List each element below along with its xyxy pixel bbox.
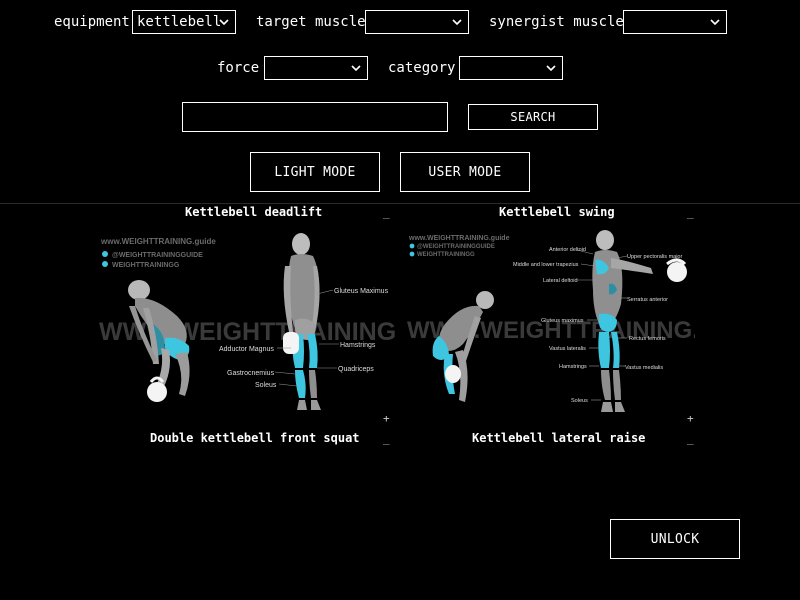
chevron-down-icon <box>219 19 229 26</box>
watermark-insta: @WEIGHTTRAININGGUIDE <box>112 252 203 259</box>
chevron-down-icon <box>710 19 720 26</box>
expand-button[interactable]: + <box>687 412 694 425</box>
user-mode-button[interactable]: USER MODE <box>400 152 530 192</box>
divider <box>0 203 800 204</box>
pinterest-icon <box>409 251 415 257</box>
target-muscle-select[interactable] <box>365 10 469 34</box>
swing-illustration: www.WEIGHTTRAINING.guide @WEIGHTTRAINING… <box>407 230 695 412</box>
search-button[interactable]: SEARCH <box>468 104 598 130</box>
watermark-pin: WEIGHTTRAININGG <box>417 252 475 258</box>
collapse-button[interactable]: _ <box>687 206 694 219</box>
muscle-label: Hamstrings <box>340 342 376 349</box>
equipment-select[interactable]: kettlebell <box>132 10 236 34</box>
card-title-kettlebell-deadlift[interactable]: Kettlebell deadlift <box>185 205 322 219</box>
figure-standing <box>283 233 321 410</box>
category-select[interactable] <box>459 56 563 80</box>
search-input[interactable] <box>182 102 448 132</box>
collapse-button[interactable]: _ <box>383 206 390 219</box>
exercise-image-kettlebell-deadlift[interactable]: www.WEIGHTTRAINING.guide @WEIGHTTRAINING… <box>95 224 395 420</box>
muscle-label: Vastus medialis <box>625 365 663 371</box>
equipment-label: equipment <box>54 14 130 30</box>
muscle-label: Gluteus Maximus <box>334 288 389 295</box>
synergist-muscle-label: synergist muscle <box>489 14 624 30</box>
chevron-down-icon <box>351 65 361 72</box>
chevron-down-icon <box>452 19 462 26</box>
unlock-button[interactable]: UNLOCK <box>610 519 740 559</box>
muscle-label: Gastrocnemius <box>227 370 275 377</box>
muscle-label: Rectus femoris <box>629 336 666 342</box>
muscle-label: Lateral deltoid <box>543 278 578 284</box>
watermark-site: www.WEIGHTTRAINING.guide <box>100 237 216 246</box>
deadlift-illustration: www.WEIGHTTRAINING.guide @WEIGHTTRAINING… <box>99 233 395 410</box>
muscle-label: Middle and lower trapezius <box>513 262 579 268</box>
card-title-double-kettlebell-front-squat[interactable]: Double kettlebell front squat <box>150 431 360 445</box>
muscle-label: Serratus anterior <box>627 297 668 303</box>
card-title-kettlebell-swing[interactable]: Kettlebell swing <box>499 205 615 219</box>
card-title-kettlebell-lateral-raise[interactable]: Kettlebell lateral raise <box>472 431 645 445</box>
watermark-pin: WEIGHTTRAININGG <box>112 262 180 269</box>
pinterest-icon <box>102 261 108 267</box>
instagram-icon <box>102 251 108 257</box>
muscle-label: Soleus <box>571 398 588 404</box>
muscle-label: Anterior deltoid <box>549 247 586 253</box>
chevron-down-icon <box>546 65 556 72</box>
muscle-label: Upper pectoralis major <box>627 254 682 260</box>
target-muscle-label: target muscle <box>256 14 366 30</box>
equipment-select-value: kettlebell <box>137 14 222 30</box>
muscle-label: Soleus <box>255 382 277 389</box>
muscle-label: Quadriceps <box>338 366 374 373</box>
force-select[interactable] <box>264 56 368 80</box>
exercise-image-kettlebell-swing[interactable]: www.WEIGHTTRAINING.guide @WEIGHTTRAINING… <box>405 224 695 420</box>
figure-bent <box>432 291 494 402</box>
synergist-muscle-select[interactable] <box>623 10 727 34</box>
muscle-label: Hamstrings <box>559 364 587 370</box>
muscle-label: Vastus lateralis <box>549 346 586 352</box>
category-label: category <box>388 60 456 76</box>
watermark-insta: @WEIGHTTRAININGGUIDE <box>417 244 495 250</box>
collapse-button[interactable]: _ <box>687 432 694 445</box>
instagram-icon <box>409 243 415 249</box>
light-mode-button[interactable]: LIGHT MODE <box>250 152 380 192</box>
watermark-site: www.WEIGHTTRAINING.guide <box>408 235 510 242</box>
muscle-label: Gluteus maximus <box>541 318 584 324</box>
muscle-label: Adductor Magnus <box>219 346 274 353</box>
expand-button[interactable]: + <box>383 412 390 425</box>
collapse-button[interactable]: _ <box>383 432 390 445</box>
force-label: force <box>217 60 260 76</box>
